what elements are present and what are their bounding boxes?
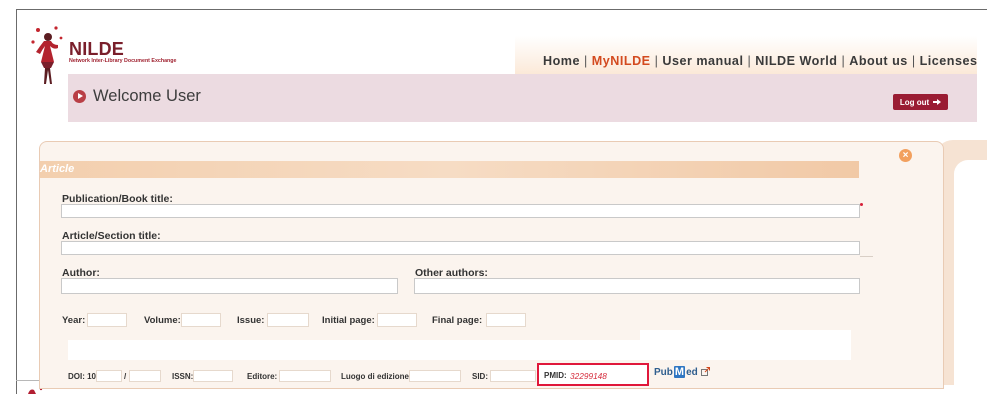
doi-prefix-input[interactable]	[96, 370, 122, 382]
nilde-figure-icon[interactable]	[30, 24, 68, 88]
nav-home-link[interactable]: Home	[543, 54, 580, 68]
nav-about-us-link[interactable]: About us	[849, 54, 908, 68]
right-decorative-inner	[954, 160, 987, 385]
welcome-message: Welcome User	[93, 87, 201, 105]
close-circle-icon[interactable]: ×	[899, 149, 912, 162]
external-link-icon[interactable]	[701, 367, 710, 376]
final-page-label: Final page:	[432, 315, 483, 326]
arrow-right-icon	[933, 99, 942, 105]
welcome-bar	[68, 74, 977, 122]
play-circle-icon	[73, 90, 86, 103]
issn-input[interactable]	[193, 370, 233, 382]
luogo-label: Luogo di edizione:	[341, 372, 412, 381]
article-title-input[interactable]	[61, 241, 860, 255]
editore-label: Editore:	[247, 372, 278, 381]
nav-separator: |	[747, 54, 752, 68]
sid-label: SID:	[472, 372, 488, 381]
brand-tagline: Network Inter-Library Document Exchange	[69, 58, 177, 64]
luogo-input[interactable]	[409, 370, 461, 382]
nav-licenses-link[interactable]: Licenses	[920, 54, 978, 68]
nav-separator: |	[584, 54, 588, 68]
sid-input[interactable]	[490, 370, 536, 382]
blank-band-tab	[640, 330, 851, 341]
final-page-input[interactable]	[486, 313, 526, 327]
required-marker	[860, 203, 863, 206]
editore-input[interactable]	[279, 370, 331, 382]
issue-input[interactable]	[267, 313, 309, 327]
nav-mynilde-link[interactable]: MyNILDE	[592, 54, 651, 68]
issue-label: Issue:	[237, 315, 265, 326]
nav-nilde-world-link[interactable]: NILDE World	[755, 54, 837, 68]
pmid-label: PMID:	[544, 371, 567, 380]
section-header-article: Article	[40, 161, 859, 178]
logout-label: Log out	[899, 97, 930, 107]
frame-left-border	[16, 9, 17, 394]
blank-band	[68, 340, 851, 360]
volume-input[interactable]	[181, 313, 221, 327]
doi-suffix-input[interactable]	[129, 370, 161, 382]
section-title: Article	[40, 163, 75, 175]
volume-label: Volume:	[144, 315, 181, 326]
year-label: Year:	[62, 315, 86, 326]
pubmed-logo-right: ed	[686, 366, 698, 378]
pubmed-logo-m: M	[673, 366, 686, 378]
divider	[860, 256, 873, 257]
pmid-value[interactable]: 32299148	[570, 371, 607, 381]
top-navigation: Home | MyNILDE | User manual | NILDE World | Abo…	[543, 54, 978, 68]
doi-label: DOI: 10.	[68, 372, 99, 381]
author-input[interactable]	[61, 278, 398, 294]
nav-separator: |	[654, 54, 659, 68]
logout-button[interactable]: Log out	[893, 94, 948, 110]
nav-separator: |	[911, 54, 916, 68]
doi-separator: /	[124, 372, 127, 381]
year-input[interactable]	[87, 313, 127, 327]
frame-top-border	[16, 9, 987, 10]
nav-separator: |	[841, 54, 846, 68]
pubmed-logo-left: Pub	[654, 366, 673, 378]
issn-label: ISSN:	[172, 372, 194, 381]
publication-title-input[interactable]	[61, 204, 860, 218]
initial-page-label: Initial page:	[322, 315, 375, 326]
nav-user-manual-link[interactable]: User manual	[662, 54, 743, 68]
other-authors-input[interactable]	[414, 278, 860, 294]
pubmed-logo-icon[interactable]: Pub Med	[654, 366, 698, 378]
brand-name[interactable]: NILDE	[69, 39, 124, 60]
initial-page-input[interactable]	[377, 313, 417, 327]
